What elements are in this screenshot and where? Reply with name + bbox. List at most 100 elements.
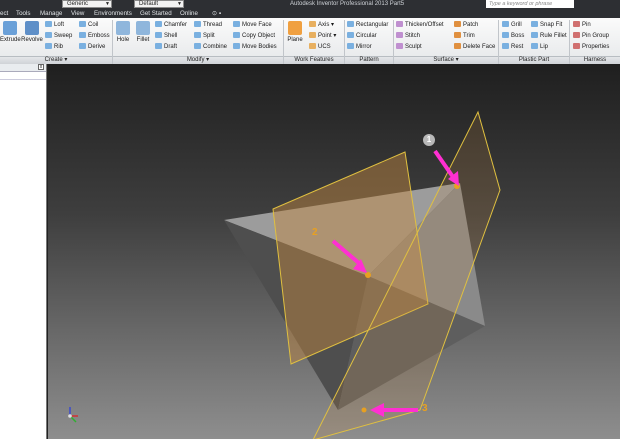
rectangular-button[interactable]: Rectangular — [347, 21, 388, 29]
browser-row[interactable] — [0, 72, 46, 80]
ucs-label: UCS — [318, 44, 331, 50]
split-button[interactable]: Split — [194, 32, 215, 40]
delete-face-icon — [454, 43, 461, 49]
appearance-combo-value: Default — [139, 1, 159, 7]
circular-button[interactable]: Circular — [347, 32, 377, 40]
derive-button[interactable]: Derive — [79, 43, 105, 51]
pin-group-label: Pin Group — [582, 33, 610, 39]
material-combo[interactable]: Generic ▼ — [62, 0, 112, 8]
surface-panel-label[interactable]: Surface ▾ — [394, 56, 498, 64]
hole-button[interactable]: Hole — [114, 21, 132, 43]
axis-button[interactable]: Axis ▾ — [309, 21, 334, 29]
rest-button[interactable]: Rest — [502, 43, 523, 51]
patch-button[interactable]: Patch — [454, 21, 478, 29]
loft-button[interactable]: Loft — [45, 21, 64, 29]
draft-label: Draft — [164, 44, 178, 50]
derive-icon — [79, 43, 86, 49]
move-face-button[interactable]: Move Face — [233, 21, 272, 29]
draft-button[interactable]: Draft — [155, 43, 177, 51]
extrude-label: Extrude — [0, 37, 21, 43]
fillet-button[interactable]: Fillet — [133, 21, 153, 43]
properties-icon — [573, 43, 580, 49]
copy-object-button[interactable]: Copy Object — [233, 32, 275, 40]
thicken-offset-button[interactable]: Thicken/Offset — [396, 21, 444, 29]
callout-2: 2 — [312, 227, 318, 238]
rib-button[interactable]: Rib — [45, 43, 63, 51]
tab-tools[interactable]: Tools — [16, 9, 30, 18]
modify-panel-label[interactable]: Modify ▾ — [113, 56, 283, 64]
work-features-panel-label[interactable]: Work Features — [284, 56, 344, 64]
close-icon[interactable]: x — [38, 64, 44, 70]
tab-manage[interactable]: Manage — [40, 9, 62, 18]
appearance-combo[interactable]: Default ▼ — [134, 0, 184, 8]
pin-group-button[interactable]: Pin Group — [573, 32, 609, 40]
axis-label: Axis ▾ — [318, 22, 335, 28]
sweep-label: Sweep — [54, 33, 73, 39]
vertex-point-2[interactable] — [365, 272, 371, 278]
rule-fillet-button[interactable]: Rule Fillet — [531, 32, 567, 40]
extrude-button[interactable]: Extrude — [0, 21, 21, 43]
move-face-label: Move Face — [242, 22, 272, 28]
circular-label: Circular — [356, 33, 377, 39]
lip-button[interactable]: Lip — [531, 43, 548, 51]
thread-button[interactable]: Thread — [194, 21, 222, 29]
pattern-panel-label[interactable]: Pattern — [345, 56, 393, 64]
move-bodies-button[interactable]: Move Bodies — [233, 43, 277, 51]
tab-extra[interactable]: ⊙ ▪ — [212, 9, 221, 18]
pin-button[interactable]: Pin — [573, 21, 591, 29]
grill-button[interactable]: Grill — [502, 21, 522, 29]
ucs-button[interactable]: UCS — [309, 43, 331, 51]
stitch-button[interactable]: Stitch — [396, 32, 420, 40]
model-browser: x — [0, 64, 47, 439]
rule-fillet-icon — [531, 32, 538, 38]
rest-label: Rest — [511, 44, 524, 50]
point-button[interactable]: Point ▾ — [309, 32, 336, 40]
patch-label: Patch — [463, 22, 479, 28]
coil-button[interactable]: Coil — [79, 21, 98, 29]
thread-label: Thread — [203, 22, 223, 28]
combine-label: Combine — [203, 44, 228, 50]
chamfer-icon — [155, 21, 162, 27]
search-input[interactable]: Type a keyword or phrase — [486, 0, 574, 8]
tab-view[interactable]: View — [71, 9, 84, 18]
sweep-icon — [45, 32, 52, 38]
graphics-viewport[interactable]: 1 2 3 — [48, 64, 620, 439]
vertex-point-3[interactable] — [361, 407, 367, 413]
revolve-button[interactable]: Revolve — [20, 21, 44, 43]
combine-button[interactable]: Combine — [194, 43, 227, 51]
thread-icon — [194, 21, 201, 27]
pin-icon — [573, 21, 580, 27]
view-cube-triad-icon[interactable] — [68, 407, 78, 423]
snap-fit-button[interactable]: Snap Fit — [531, 21, 562, 29]
properties-button[interactable]: Properties — [573, 43, 609, 51]
copy-object-label: Copy Object — [242, 33, 276, 39]
tab-online[interactable]: Online — [180, 9, 198, 18]
boss-button[interactable]: Boss — [502, 32, 524, 40]
trim-button[interactable]: Trim — [454, 32, 475, 40]
revolve-icon — [25, 21, 39, 35]
sculpt-button[interactable]: Sculpt — [396, 43, 422, 51]
harness-panel-label[interactable]: Harness — [570, 56, 620, 64]
coil-icon — [79, 21, 86, 27]
patch-icon — [454, 21, 461, 27]
axis-icon — [309, 21, 316, 27]
rectangular-label: Rectangular — [356, 22, 389, 28]
sweep-button[interactable]: Sweep — [45, 32, 72, 40]
tab-environments[interactable]: Environments — [94, 9, 132, 18]
delete-face-button[interactable]: Delete Face — [454, 43, 495, 51]
plane-button[interactable]: Plane — [285, 21, 305, 43]
tab-get-started[interactable]: Get Started — [140, 9, 172, 18]
chamfer-button[interactable]: Chamfer — [155, 21, 187, 29]
shell-button[interactable]: Shell — [155, 32, 177, 40]
emboss-icon — [79, 32, 86, 38]
ucs-icon — [309, 43, 316, 49]
mirror-button[interactable]: Mirror — [347, 43, 372, 51]
tab-inspect[interactable]: ect — [0, 9, 8, 18]
emboss-button[interactable]: Emboss — [79, 32, 110, 40]
ribbon-tab-bar: ect Tools Manage View Environments Get S… — [0, 9, 620, 18]
callout-1: 1 — [423, 134, 435, 146]
mirror-icon — [347, 43, 354, 49]
plastic-part-panel-label[interactable]: Plastic Part — [499, 56, 569, 64]
create-panel-label[interactable]: Create ▾ — [0, 56, 112, 64]
rule-fillet-label: Rule Fillet — [540, 33, 567, 39]
